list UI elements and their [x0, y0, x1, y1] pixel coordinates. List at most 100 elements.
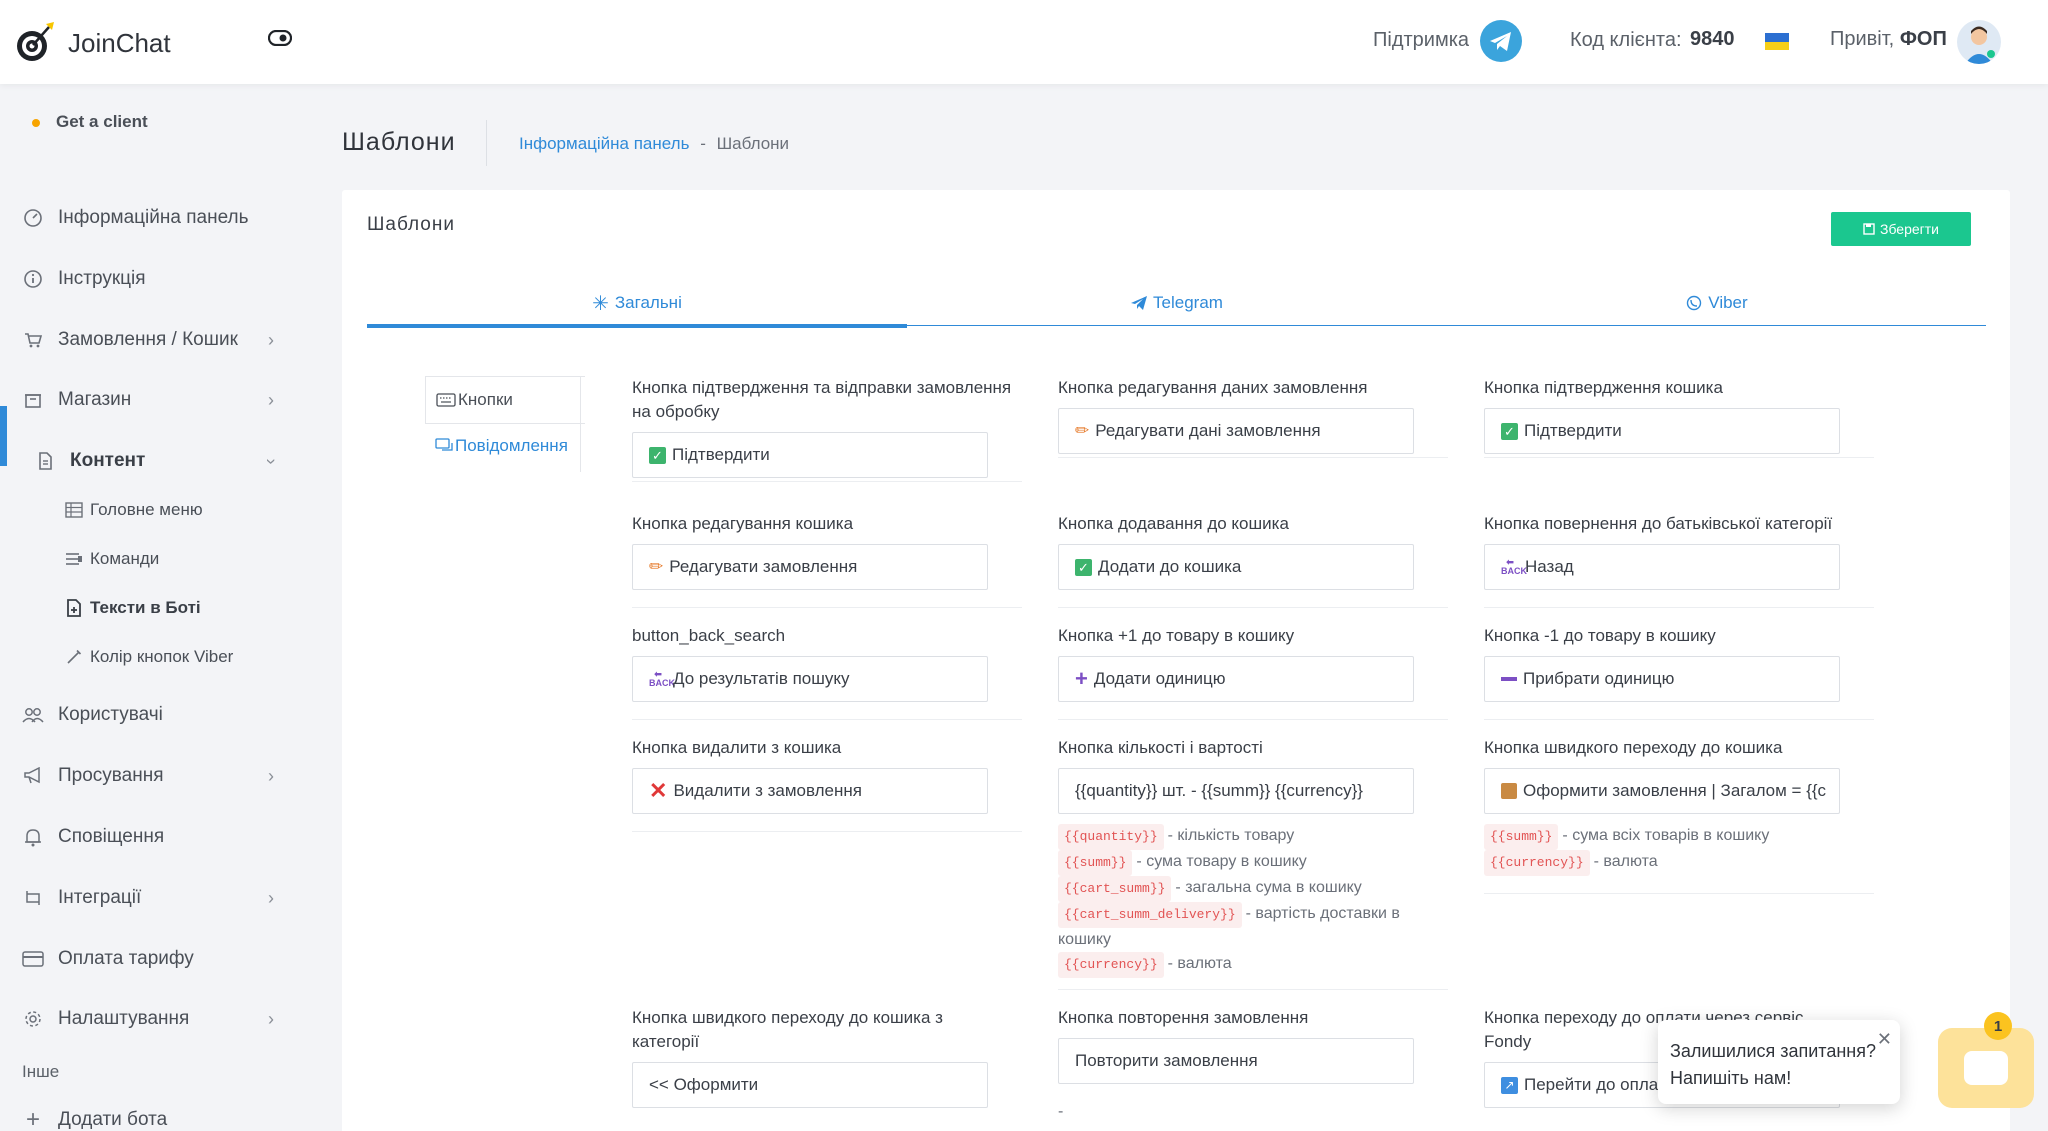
check-emoji-icon: ✓ [649, 446, 666, 464]
field-input[interactable]: ✕ Видалити з замовлення [632, 768, 988, 814]
sidebar-item-label: Додати бота [58, 1109, 168, 1130]
field-value: Видалити з замовлення [673, 781, 862, 800]
field-input[interactable]: ✏ Редагувати замовлення [632, 544, 988, 590]
field-input[interactable]: Повторити замовлення [1058, 1038, 1414, 1084]
field-input[interactable]: ✏ Редагувати дані замовлення [1058, 408, 1414, 454]
field-input[interactable]: Оформити замовлення | Загалом = {{c [1484, 768, 1840, 814]
field-input[interactable]: + Додати одиницю [1058, 656, 1414, 702]
info-icon [22, 268, 44, 290]
joinchat-logo-icon[interactable] [12, 20, 56, 64]
store-icon [22, 389, 44, 411]
variable-hint: {{summ}} - сума всіх товарів в кошику [1484, 824, 1874, 850]
field-repeat-order: Кнопка повторення замовлення Повторити з… [1058, 1006, 1448, 1131]
avatar[interactable] [1957, 20, 2001, 64]
field-value: << Оформити [649, 1075, 759, 1094]
sidebar-item-users[interactable]: Користувачі [0, 691, 300, 739]
vtab-messages[interactable]: Повідомлення [435, 436, 568, 456]
sidebar-item-label: Контент [70, 450, 146, 471]
field-value: Підтвердити [672, 445, 770, 464]
messages-icon [435, 438, 453, 451]
field-label: Кнопка редагування кошика [632, 514, 854, 533]
field-label: Кнопка повторення замовлення [1058, 1008, 1309, 1027]
sidebar-item-orders[interactable]: Замовлення / Кошик › [0, 316, 300, 364]
greeting-text: Привіт, [1830, 28, 1895, 50]
toggle-view-icon[interactable] [268, 30, 292, 46]
back-emoji-icon: ⬅ BACK [649, 669, 675, 688]
field-quick-cart: Кнопка швидкого переходу до кошика Оформ… [1484, 736, 1874, 894]
tabs-bar: ✳ Загальні Telegram Viber [367, 280, 1987, 328]
support-label[interactable]: Підтримка [1373, 29, 1469, 52]
dashboard-icon [22, 207, 44, 229]
variables-hint-list: {{summ}} - сума всіх товарів в кошику {{c… [1484, 824, 1874, 876]
field-minus-one: Кнопка -1 до товару в кошику Прибрати од… [1484, 624, 1874, 720]
field-input[interactable]: ✓ Підтвердити [632, 432, 988, 478]
save-button[interactable]: Зберегти [1831, 212, 1971, 246]
sidebar-item-integrations[interactable]: Інтеграції › [0, 874, 300, 922]
sidebar-item-store[interactable]: Магазин › [0, 376, 300, 424]
chat-popup[interactable]: ✕ Залишилися запитання? Напишіть нам! [1658, 1020, 1900, 1104]
variables-hint-list: {{quantity}} - кількість товару {{summ}} -… [1058, 824, 1448, 978]
vtab-label: Кнопки [458, 390, 513, 409]
field-input[interactable]: Прибрати одиницю [1484, 656, 1840, 702]
sidebar-item-add-bot[interactable]: + Додати бота [0, 1096, 300, 1131]
integration-icon [22, 887, 44, 909]
sidebar-item-settings[interactable]: Налаштування › [0, 995, 300, 1043]
variable-desc: - сума всіх товарів в кошику [1562, 827, 1770, 844]
brand-name[interactable]: JoinChat [68, 28, 171, 59]
card-icon [22, 948, 44, 970]
field-input[interactable]: {{quantity}} шт. - {{summ}} {{currency}} [1058, 768, 1414, 814]
field-input[interactable]: ✓ Підтвердити [1484, 408, 1840, 454]
vtab-buttons[interactable]: Кнопки [425, 376, 585, 424]
variable-tag: {{summ}} [1484, 824, 1559, 850]
sidebar-item-label: Замовлення / Кошик [58, 329, 238, 350]
field-back-parent: Кнопка повернення до батьківської катего… [1484, 512, 1874, 608]
user-name: ФОП [1899, 28, 1947, 50]
save-icon [1863, 223, 1875, 235]
sidebar-subitem-label: Колір кнопок Viber [90, 647, 234, 666]
chat-button[interactable] [1938, 1028, 2034, 1108]
tab-telegram[interactable]: Telegram [907, 280, 1447, 326]
sidebar-item-label: Просування [58, 765, 164, 786]
sidebar-subitem-commands[interactable]: Команди [0, 539, 300, 579]
breadcrumb-link[interactable]: Інформаційна панель [519, 134, 689, 153]
sidebar-subitem-main-menu[interactable]: Головне меню [0, 490, 300, 530]
tab-general[interactable]: ✳ Загальні [367, 280, 907, 328]
sidebar-item-payment[interactable]: Оплата тарифу [0, 935, 300, 983]
sidebar-item-dashboard[interactable]: Інформаційна панель [0, 194, 300, 242]
check-emoji-icon: ✓ [1501, 422, 1518, 440]
chevron-right-icon: › [268, 887, 274, 908]
close-icon[interactable]: ✕ [1877, 1026, 1892, 1053]
sidebar-item-content[interactable]: Контент › [0, 437, 300, 485]
cross-emoji-icon: ✕ [649, 778, 668, 803]
get-client-link[interactable]: Get a client [32, 112, 148, 132]
client-code-value: 9840 [1690, 28, 1735, 50]
field-quantity-price: Кнопка кількості і вартості {{quantity}}… [1058, 736, 1448, 990]
field-input[interactable]: << Оформити [632, 1062, 988, 1108]
sidebar-subitem-label: Головне меню [90, 500, 203, 519]
sidebar-item-promotion[interactable]: Просування › [0, 752, 300, 800]
keyboard-icon [436, 393, 456, 407]
field-input[interactable]: ⬅ BACK Назад [1484, 544, 1840, 590]
field-label: Кнопка кількості і вартості [1058, 738, 1263, 757]
sidebar-item-instruction[interactable]: Інструкція [0, 255, 300, 303]
sidebar-subitem-viber-colors[interactable]: Колір кнопок Viber [0, 637, 300, 677]
variable-tag: {{cart_summ_delivery}} [1058, 902, 1242, 928]
tab-viber[interactable]: Viber [1447, 280, 1987, 326]
sidebar-item-label: Користувачі [58, 704, 163, 725]
field-hint: - [1058, 1103, 1064, 1120]
chevron-right-icon: › [268, 765, 274, 786]
field-input[interactable]: ⬅ BACK До результатів пошуку [632, 656, 988, 702]
sidebar-subitem-bot-texts[interactable]: Тексти в Боті [0, 588, 300, 628]
save-button-label: Зберегти [1879, 221, 1939, 237]
field-back-search: button_back_search ⬅ BACK До результатів п… [632, 624, 1022, 720]
user-greeting[interactable]: Привіт, ФОП [1830, 28, 1947, 51]
get-client-label: Get a client [56, 112, 148, 131]
field-input[interactable]: ✓ Додати до кошика [1058, 544, 1414, 590]
variable-tag: {{currency}} [1484, 850, 1590, 876]
sidebar-subitem-label: Тексти в Боті [90, 598, 201, 617]
telegram-support-icon[interactable] [1480, 20, 1522, 62]
sidebar-item-notifications[interactable]: Сповіщення [0, 813, 300, 861]
sidebar-item-label: Інтеграції [58, 887, 142, 908]
ukraine-flag-icon[interactable] [1765, 33, 1789, 50]
variable-desc: - валюта [1167, 955, 1232, 972]
